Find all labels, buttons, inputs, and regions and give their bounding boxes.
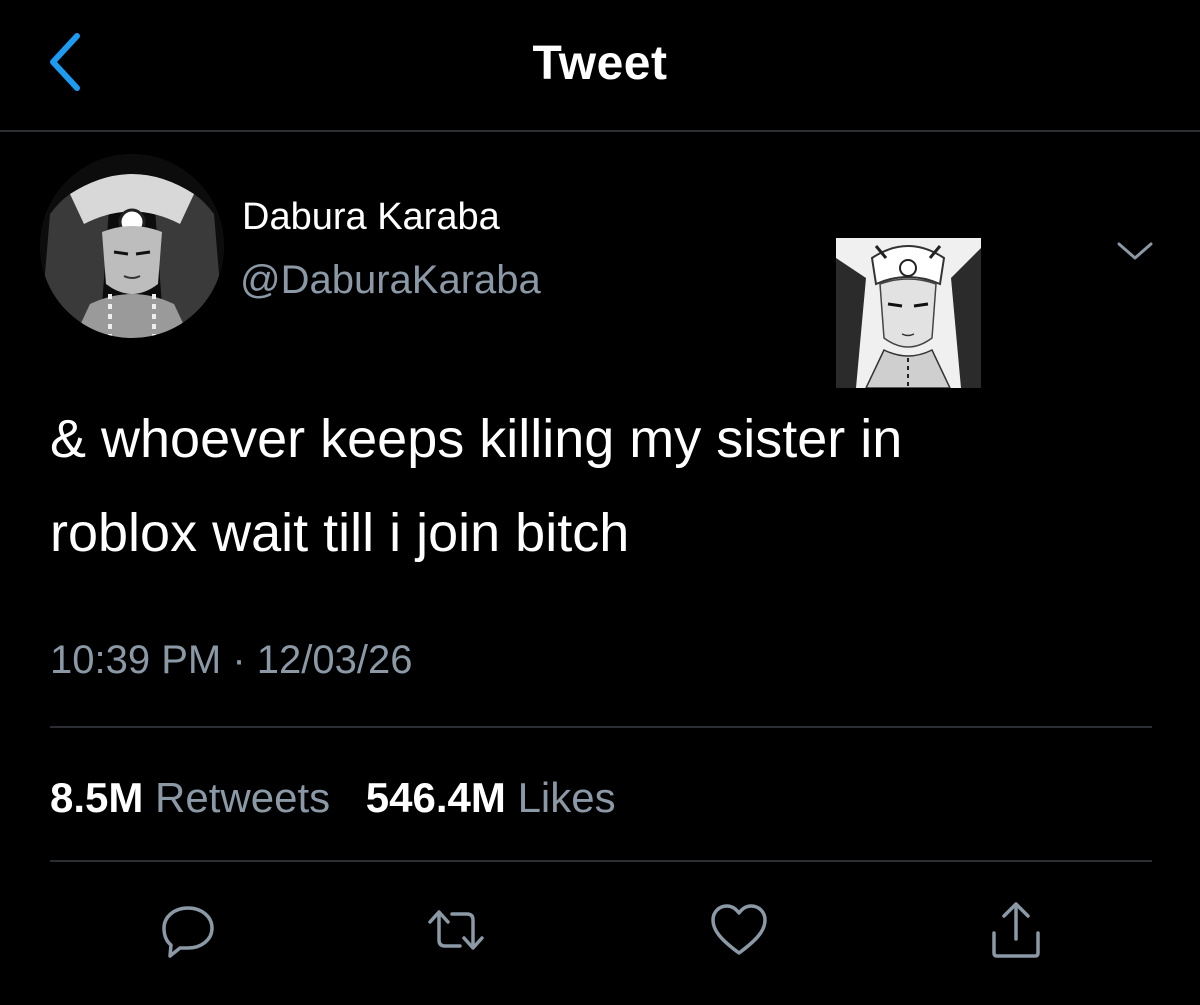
tweet-detail-screen: Tweet Dabura Karaba @DaburaKaraba & whoe… <box>0 0 1200 1005</box>
tweet-time: 10:39 PM <box>50 638 222 682</box>
retweet-icon <box>428 910 484 950</box>
retweets-label: Retweets <box>155 774 331 821</box>
tweet-body: & whoever keeps killing my sister in rob… <box>50 392 1150 580</box>
page-title: Tweet <box>532 37 668 90</box>
retweets-count: 8.5M <box>50 774 144 821</box>
top-bar: Tweet <box>0 0 1200 132</box>
avatar-image <box>40 154 224 338</box>
author-handle[interactable]: @DaburaKaraba <box>240 258 541 303</box>
likes-stat[interactable]: 546.4M Likes <box>366 774 616 822</box>
tweet-text-line-2: roblox wait till i join bitch <box>50 503 630 563</box>
tweet-stats: 8.5M Retweets 546.4M Likes <box>50 774 640 822</box>
likes-label: Likes <box>517 774 616 821</box>
reply-button[interactable] <box>156 898 220 962</box>
character-sticker-image <box>836 238 981 388</box>
chevron-down-icon <box>1117 242 1153 260</box>
share-button[interactable] <box>984 898 1048 962</box>
tweet-text-line-1: & whoever keeps killing my sister in <box>50 409 903 469</box>
divider <box>50 860 1152 862</box>
reply-icon <box>162 906 214 958</box>
more-options-button[interactable] <box>1110 232 1160 272</box>
like-button[interactable] <box>707 898 771 962</box>
likes-count: 546.4M <box>365 774 506 821</box>
retweets-stat[interactable]: 8.5M Retweets <box>50 774 330 822</box>
timestamp-separator: · <box>232 638 246 682</box>
tweet-timestamp[interactable]: 10:39 PM · 12/03/26 <box>50 638 413 683</box>
retweet-button[interactable] <box>424 898 488 962</box>
author-name[interactable]: Dabura Karaba <box>242 196 500 239</box>
tweet-date: 12/03/26 <box>256 638 413 682</box>
divider <box>50 726 1152 728</box>
avatar[interactable] <box>40 154 224 338</box>
heart-icon <box>711 904 767 955</box>
share-icon <box>992 902 1040 958</box>
